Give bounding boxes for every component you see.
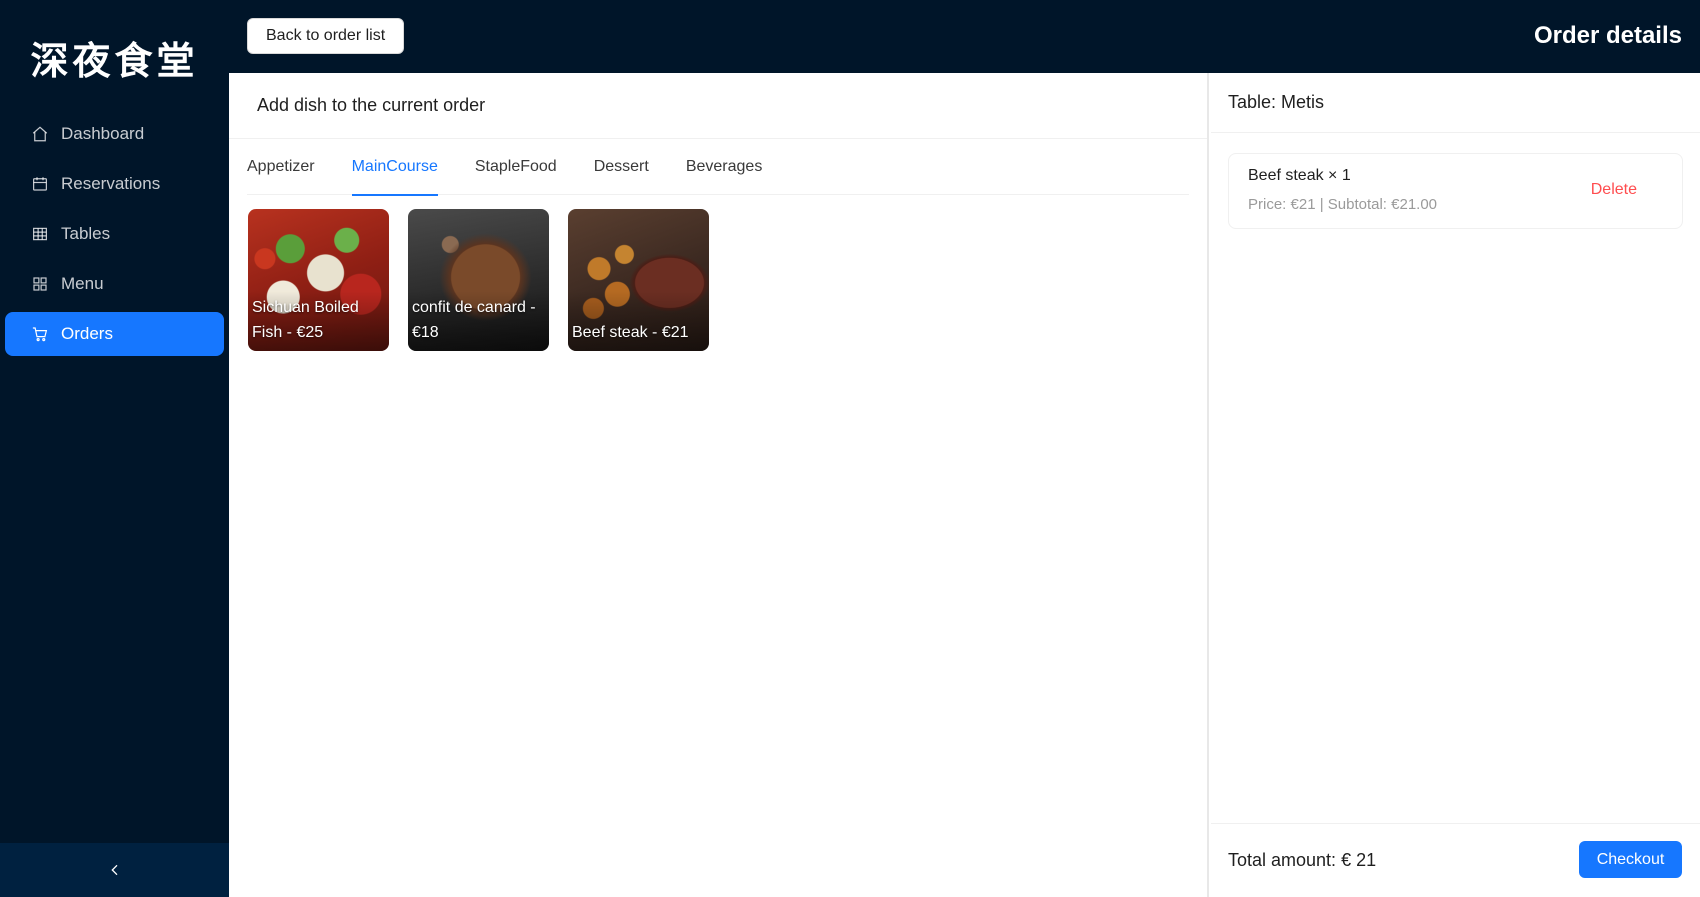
tab-dessert[interactable]: Dessert xyxy=(594,139,649,195)
add-dish-title: Add dish to the current order xyxy=(229,73,1207,139)
table-label: Table: Metis xyxy=(1211,73,1700,133)
top-header: Back to order list Order details xyxy=(229,0,1700,73)
order-item: Beef steak × 1 Price: €21 | Subtotal: €2… xyxy=(1228,153,1683,229)
calendar-icon xyxy=(31,175,49,193)
checkout-button[interactable]: Checkout xyxy=(1579,841,1682,878)
dish-label: Beef steak - €21 xyxy=(572,324,689,341)
category-tabs: Appetizer MainCourse StapleFood Dessert … xyxy=(247,139,1189,196)
back-to-order-list-button[interactable]: Back to order list xyxy=(247,18,405,54)
home-icon xyxy=(31,125,49,143)
sidebar-item-label: Orders xyxy=(61,324,113,343)
delete-item-button[interactable]: Delete xyxy=(1591,181,1637,199)
dish-card-beef-steak[interactable]: Beef steak - €21 xyxy=(568,209,709,351)
sidebar-item-menu[interactable]: Menu xyxy=(5,262,224,306)
app-logo: 深夜食堂 xyxy=(30,38,199,83)
cart-icon xyxy=(31,325,49,343)
sidebar: 深夜食堂 Dashboard Reservations Tables Menu xyxy=(0,0,229,897)
tab-beverages[interactable]: Beverages xyxy=(686,139,763,195)
tab-staplefood[interactable]: StapleFood xyxy=(475,139,557,195)
sidebar-item-label: Dashboard xyxy=(61,124,145,143)
sidebar-item-label: Menu xyxy=(61,274,104,293)
sidebar-item-label: Reservations xyxy=(61,174,161,193)
sidebar-item-tables[interactable]: Tables xyxy=(5,212,224,256)
dish-label: confit de canard - €18 xyxy=(412,299,536,341)
order-item-price: Price: €21 | Subtotal: €21.00 xyxy=(1248,196,1438,213)
tab-appetizer[interactable]: Appetizer xyxy=(247,139,315,195)
grid-icon xyxy=(31,275,49,293)
total-amount: Total amount: € 21 xyxy=(1228,850,1377,870)
order-footer: Total amount: € 21 Checkout xyxy=(1211,823,1700,897)
chevron-left-icon xyxy=(107,862,123,878)
add-dish-panel: Add dish to the current order Appetizer … xyxy=(229,73,1209,897)
dish-card-confit-de-canard[interactable]: confit de canard - €18 xyxy=(408,209,549,351)
sidebar-item-reservations[interactable]: Reservations xyxy=(5,162,224,206)
order-panel: Table: Metis Beef steak × 1 Price: €21 |… xyxy=(1211,73,1700,897)
dish-grid: Sichuan Boiled Fish - €25 confit de cana… xyxy=(248,209,728,351)
dish-card-sichuan-boiled-fish[interactable]: Sichuan Boiled Fish - €25 xyxy=(248,209,389,351)
sidebar-item-label: Tables xyxy=(61,224,111,243)
sidebar-nav: Dashboard Reservations Tables Menu Order… xyxy=(0,112,229,362)
table-icon xyxy=(31,225,49,243)
sidebar-collapse-button[interactable] xyxy=(0,843,229,897)
order-item-name: Beef steak × 1 xyxy=(1248,167,1351,184)
page-title: Order details xyxy=(1533,22,1682,49)
sidebar-item-orders[interactable]: Orders xyxy=(5,312,224,356)
sidebar-item-dashboard[interactable]: Dashboard xyxy=(5,112,224,156)
dish-label: Sichuan Boiled Fish - €25 xyxy=(252,299,359,341)
tab-maincourse[interactable]: MainCourse xyxy=(351,139,439,196)
